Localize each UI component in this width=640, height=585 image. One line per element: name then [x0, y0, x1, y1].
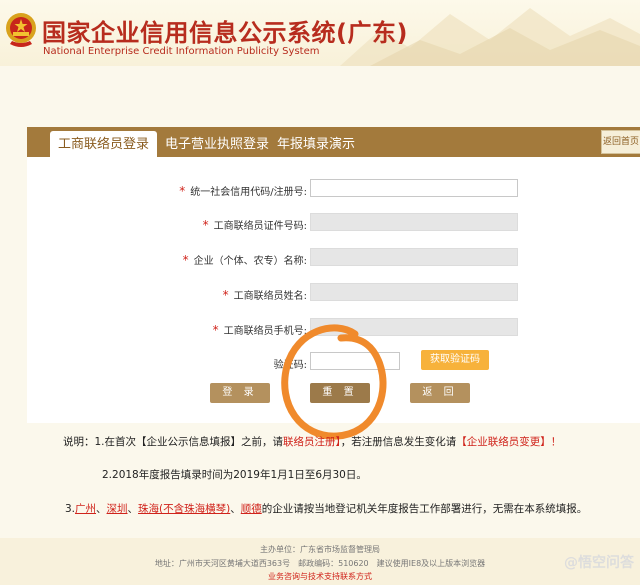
note-3: 3.广州、深圳、珠海(不含珠海横琴)、顺德的企业请按当地登记机关年度报告工作部署… [65, 503, 588, 515]
form-row-credit-code: * 统一社会信用代码/注册号: [27, 179, 640, 201]
form-row-liaison-name: * 工商联络员姓名: [27, 283, 640, 305]
site-subtitle: National Enterprise Credit Information P… [43, 46, 320, 57]
back-button[interactable]: 返 回 [410, 383, 470, 403]
form-row-company-name: * 企业（个体、农专）名称: [27, 248, 640, 270]
credit-code-input[interactable] [310, 179, 518, 197]
required-star: * [202, 218, 209, 232]
watermark: @悟空问答 [564, 555, 634, 571]
national-emblem-icon [6, 13, 36, 47]
site-title: 国家企业信用信息公示系统(广东) [42, 19, 408, 47]
liaison-change-link[interactable]: 【企业联络员变更】 [456, 436, 551, 448]
liaison-register-link[interactable]: 联络员注册】 [283, 436, 341, 448]
tab-liaison-login[interactable]: 工商联络员登录 [50, 131, 158, 157]
company-name-input [310, 248, 518, 266]
note-1: 说明：1.在首次【企业公示信息填报】之前，请联络员注册】，若注册信息发生变化请【… [63, 436, 562, 448]
city-link-shunde[interactable]: 顺德 [241, 503, 262, 515]
liaison-name-input [310, 283, 518, 301]
note-2: 2.2018年度报告填录时间为2019年1月1日至6月30日。 [102, 469, 367, 481]
form-row-id-number: * 工商联络员证件号码: [27, 213, 640, 235]
company-name-label: * 企业（个体、农专）名称: [182, 253, 307, 267]
id-number-label: * 工商联络员证件号码: [202, 218, 307, 232]
required-star: * [179, 184, 186, 198]
return-home-button[interactable]: 返回首页 [601, 130, 640, 154]
footer-support-link[interactable]: 业务咨询与技术支持联系方式 [0, 571, 640, 582]
city-link-guangzhou[interactable]: 广州 [75, 503, 96, 515]
login-button[interactable]: 登 录 [210, 383, 270, 403]
required-star: * [222, 288, 229, 302]
hand-drawn-circle-annotation [281, 324, 387, 440]
city-link-zhuhai[interactable]: 珠海(不含珠海横琴) [138, 503, 230, 515]
tab-annual-report-demo[interactable]: 年报填录演示 [277, 131, 355, 157]
liaison-name-label: * 工商联络员姓名: [222, 288, 307, 302]
city-link-shenzhen[interactable]: 深圳 [107, 503, 128, 515]
tab-e-license-login[interactable]: 电子营业执照登录 [165, 131, 269, 157]
get-captcha-button[interactable]: 获取验证码 [421, 350, 489, 370]
required-star: * [212, 323, 219, 337]
tab-bar: 工商联络员登录 电子营业执照登录 年报填录演示 返回首页 [27, 127, 640, 157]
required-star: * [182, 253, 189, 267]
id-number-input [310, 213, 518, 231]
site-footer: 主办单位：广东省市场监督管理局 地址：广州市天河区黄埔大道西363号 邮政编码：… [0, 538, 640, 585]
site-header: 国家企业信用信息公示系统(广东) National Enterprise Cre… [0, 0, 640, 66]
footer-address: 地址：广州市天河区黄埔大道西363号 邮政编码：510620 建议使用IE8及以… [154, 559, 486, 568]
footer-sponsor: 主办单位：广东省市场监督管理局 [260, 545, 380, 554]
credit-code-label: * 统一社会信用代码/注册号: [179, 184, 307, 198]
